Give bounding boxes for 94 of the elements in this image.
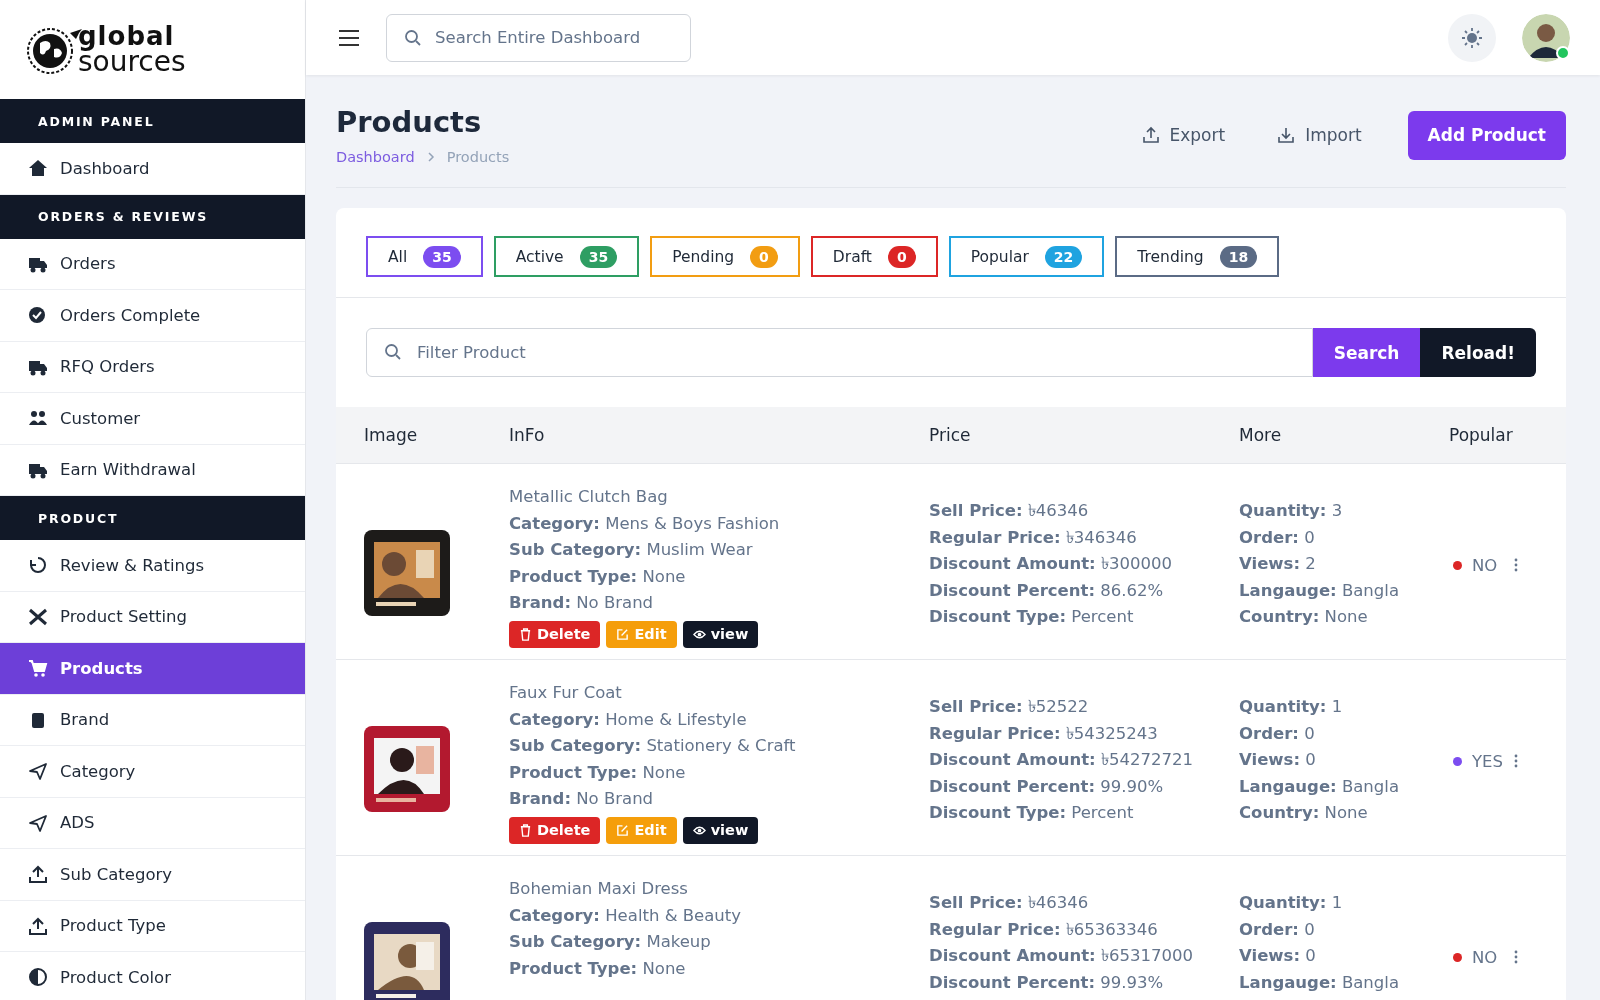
price-field: Discount Amount: ৳54272721: [929, 749, 1239, 772]
count-badge: 0: [750, 245, 778, 268]
filter-tab[interactable]: Popular 22: [948, 236, 1105, 277]
price-field: Discount Amount: ৳65317000: [929, 945, 1239, 968]
download-icon: [1277, 126, 1296, 144]
detail-field: Country: None: [1239, 606, 1449, 629]
detail-field: Views: 0: [1239, 749, 1449, 772]
section-heading: PRODUCT: [0, 496, 305, 540]
column-header: Price: [929, 425, 972, 445]
detail-field: Views: 2: [1239, 553, 1449, 576]
info-field: Sub Category: Muslim Wear: [509, 539, 929, 562]
section-heading: ADMIN PANEL: [0, 99, 305, 143]
price-field: Discount Type: Percent: [929, 802, 1239, 825]
breadcrumb-link[interactable]: Dashboard: [336, 149, 415, 165]
filter-field[interactable]: Filter Product: [366, 328, 1313, 377]
filter-tab[interactable]: Trending 18: [1115, 236, 1280, 277]
count-badge: 35: [423, 245, 461, 268]
column-header: More: [1239, 425, 1283, 445]
column-header: InFo: [509, 425, 546, 445]
upload-icon: [1141, 126, 1160, 144]
column-header: Popular: [1449, 425, 1514, 445]
info-field: Product Type: None: [509, 761, 929, 784]
info-field: Brand: No Brand: [509, 592, 929, 615]
detail-field: Order: 0: [1239, 722, 1449, 745]
count-badge: 0: [887, 245, 916, 268]
info-field: Category: Health & Beauty: [509, 904, 929, 927]
search-button[interactable]: Search: [1312, 328, 1421, 377]
detail-field: Quantity: 1: [1239, 892, 1449, 915]
info-field: Brand: No Brand: [509, 788, 929, 811]
section-heading: ORDERS & REVIEWS: [0, 194, 305, 239]
count-badge: 35: [579, 245, 618, 268]
edit-icon: [616, 823, 630, 837]
detail-field: Views: 0: [1239, 945, 1449, 968]
info-field: Category: Mens & Boys Fashion: [509, 512, 929, 535]
trash-icon: [519, 823, 532, 837]
price-field: Sell Price: ৳52522: [929, 696, 1239, 719]
price-field: Discount Type: Percent: [929, 606, 1239, 629]
popular-status: NO: [1472, 555, 1499, 575]
price-field: Discount Percent: 86.62%: [929, 579, 1239, 602]
count-badge: 22: [1044, 245, 1083, 268]
detail-field: Country: None: [1239, 802, 1449, 825]
price-field: Regular Price: ৳54325243: [929, 722, 1239, 745]
page-title: Products: [336, 105, 483, 139]
delete-button[interactable]: Delete: [509, 620, 601, 648]
detail-field: Quantity: 3: [1239, 500, 1449, 523]
more-options-icon[interactable]: [1514, 754, 1518, 768]
add-product-button[interactable]: Add Product: [1407, 110, 1566, 160]
logo-text: global: [78, 23, 176, 49]
product-name: Bohemian Maxi Dress: [509, 878, 689, 900]
detail-field: Quantity: 1: [1239, 696, 1449, 719]
sun-icon: [1461, 26, 1483, 49]
product-name: Metallic Clutch Bag: [509, 486, 669, 508]
menu-icon[interactable]: [338, 28, 360, 47]
filter-tab[interactable]: Pending 0: [650, 236, 800, 277]
filter-tab[interactable]: Draft 0: [810, 236, 938, 277]
avatar[interactable]: [1522, 13, 1570, 62]
filter-tab[interactable]: Active 35: [493, 236, 640, 277]
popular-status: YES: [1472, 751, 1504, 771]
info-field: Product Type: None: [509, 957, 929, 980]
popular-status: NO: [1472, 947, 1499, 967]
delete-button[interactable]: Delete: [509, 816, 601, 844]
more-options-icon[interactable]: [1514, 950, 1518, 964]
theme-toggle-button[interactable]: [1448, 13, 1496, 62]
detail-field: Langauge: Bangla: [1239, 579, 1449, 602]
trash-icon: [519, 627, 532, 641]
edit-icon: [616, 627, 630, 641]
filter-tab[interactable]: All 35: [366, 236, 483, 277]
chevron-icon: [426, 152, 435, 162]
search-field[interactable]: Search Entire Dashboard: [386, 13, 691, 62]
info-field: Category: Home & Lifestyle: [509, 708, 929, 731]
price-field: Sell Price: ৳46346: [929, 500, 1239, 523]
price-field: Regular Price: ৳65363346: [929, 918, 1239, 941]
product-name: Faux Fur Coat: [509, 682, 623, 704]
price-field: Regular Price: ৳346346: [929, 526, 1239, 549]
info-field: Sub Category: Stationery & Craft: [509, 735, 929, 758]
price-field: Discount Percent: 99.90%: [929, 775, 1239, 798]
detail-field: Order: 0: [1239, 918, 1449, 941]
price-field: Discount Percent: 99.93%: [929, 971, 1239, 994]
export-button[interactable]: Export: [1135, 124, 1232, 146]
detail-field: Langauge: Bangla: [1239, 775, 1449, 798]
more-options-icon[interactable]: [1514, 558, 1518, 572]
sidebar-item[interactable]: Products: [0, 643, 305, 695]
column-header: Image: [364, 425, 419, 445]
info-field: Sub Category: Makeup: [509, 931, 929, 954]
reload-button[interactable]: Reload!: [1420, 328, 1536, 377]
price-field: Discount Amount: ৳300000: [929, 553, 1239, 576]
import-button[interactable]: Import: [1271, 124, 1368, 146]
detail-field: Langauge: Bangla: [1239, 971, 1449, 994]
view-button[interactable]: view: [682, 816, 759, 844]
view-button[interactable]: view: [682, 620, 759, 648]
detail-field: Order: 0: [1239, 526, 1449, 549]
price-field: Sell Price: ৳46346: [929, 892, 1239, 915]
info-field: Product Type: None: [509, 565, 929, 588]
count-badge: 18: [1219, 245, 1258, 268]
